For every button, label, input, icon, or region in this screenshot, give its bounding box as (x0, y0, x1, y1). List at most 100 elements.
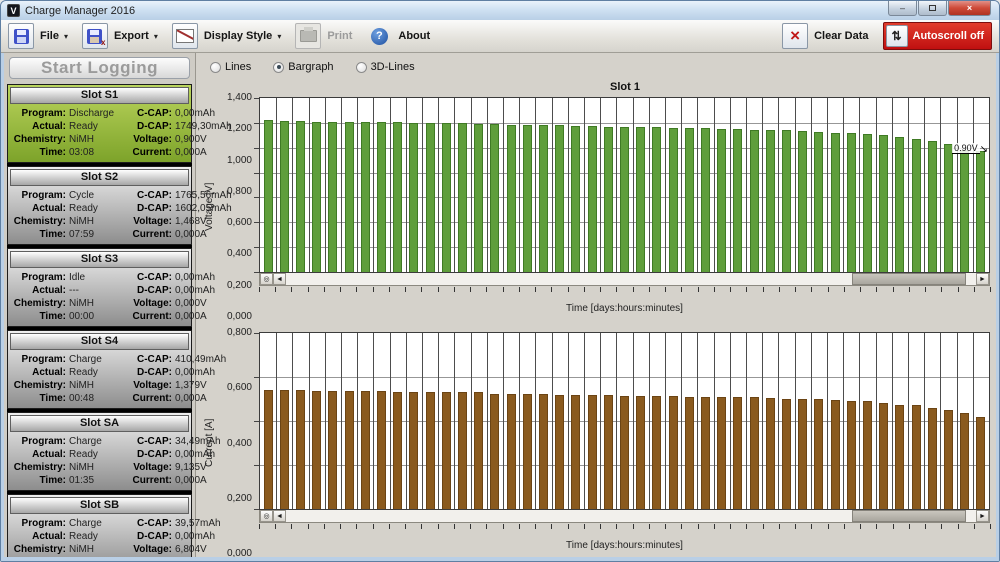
slot-panel: Slot S1 Program:DischargeC-CAP:0,00mAhAc… (7, 84, 192, 163)
view-mode-3d-lines[interactable]: 3D-Lines (356, 61, 415, 73)
x-tick-mark (649, 524, 650, 529)
scrollbar-left-arrow[interactable]: ◄ (273, 273, 286, 285)
x-tick-mark (503, 524, 504, 529)
clear-data-button[interactable]: × Clear Data (782, 23, 868, 49)
bar (345, 391, 354, 509)
x-tick-mark (746, 524, 747, 529)
scrollbar-track[interactable] (286, 273, 976, 285)
slot-row: Actual:ReadyD-CAP:0,00mAh (9, 448, 188, 461)
y-tick-label: 0,000 (227, 548, 252, 559)
autoscroll-toggle-button[interactable]: ⇅ Autoscroll off (883, 22, 993, 50)
bar (539, 125, 548, 272)
slot-value: NiMH (69, 133, 121, 146)
scrollbar-zoom-button[interactable]: ◎ (260, 510, 273, 522)
gridline (827, 98, 828, 272)
export-menu-button[interactable]: x Export ▾ (82, 23, 158, 49)
start-logging-button[interactable]: Start Logging (9, 57, 190, 79)
toolbar: File ▾ x Export ▾ Display Style ▾ Print … (1, 20, 999, 53)
slot-label: Actual: (9, 366, 69, 379)
x-tick-mark (844, 287, 845, 292)
slot-panel-title: Slot S4 (10, 333, 189, 350)
slot-label: Current: (121, 474, 175, 487)
view-mode-lines[interactable]: Lines (210, 61, 251, 73)
slot-label: Chemistry: (9, 379, 69, 392)
bar (685, 128, 694, 272)
gridline (940, 333, 941, 509)
bar (636, 127, 645, 272)
scrollbar-right-arrow[interactable]: ► (976, 273, 989, 285)
gridline (746, 333, 747, 509)
slot-label: Program: (9, 435, 69, 448)
bar (895, 405, 904, 510)
slot-panel: Slot S3 Program:IdleC-CAP:0,00mAhActual:… (7, 248, 192, 327)
x-tick-mark (551, 287, 552, 292)
bar (490, 394, 499, 510)
maximize-button[interactable] (918, 1, 947, 16)
slot-value: NiMH (69, 215, 121, 228)
x-tick-mark (291, 287, 292, 292)
slot-label: Voltage: (121, 543, 175, 556)
display-style-menu-button[interactable]: Display Style ▾ (172, 23, 282, 49)
x-tick-mark (844, 524, 845, 529)
bar (312, 391, 321, 509)
scrollbar-right-arrow[interactable]: ► (976, 510, 989, 522)
x-tick-mark (389, 524, 390, 529)
bar (523, 125, 532, 272)
gridline (633, 333, 634, 509)
slot-row: Time:03:08Current:0,000A (9, 146, 188, 159)
slot-label: Program: (9, 517, 69, 530)
minimize-button[interactable]: – (888, 1, 917, 16)
y-axis-label: Current [A] (204, 332, 217, 553)
scrollbar-thumb[interactable] (852, 273, 966, 285)
x-tick-mark (795, 524, 796, 529)
y-tick-label: 1,200 (227, 123, 252, 134)
x-tick-mark (730, 287, 731, 292)
gridline (876, 98, 877, 272)
gridline (616, 333, 617, 509)
bar (377, 122, 386, 272)
radio-label: Lines (225, 61, 251, 73)
scrollbar-track[interactable] (286, 510, 976, 522)
chevron-down-icon: ▾ (64, 32, 68, 41)
x-tick-mark (340, 287, 341, 292)
bar (636, 396, 645, 509)
gridline (892, 98, 893, 272)
slot-row: Actual:---D-CAP:0,00mAh (9, 284, 188, 297)
bar (296, 390, 305, 509)
scrollbar-left-arrow[interactable]: ◄ (273, 510, 286, 522)
slot-label: Time: (9, 556, 69, 561)
x-tick-mark (811, 524, 812, 529)
gridline (487, 98, 488, 272)
bar (701, 397, 710, 509)
gridline (292, 333, 293, 509)
gridline (341, 98, 342, 272)
bar (798, 399, 807, 509)
bar (895, 137, 904, 272)
slot-value: 07:59 (69, 228, 121, 241)
file-menu-button[interactable]: File ▾ (8, 23, 68, 49)
y-axis: 0,8000,6000,4000,2000,000 (217, 332, 259, 553)
slot-panel-body: Program:ChargeC-CAP:34,49mAhActual:Ready… (8, 434, 191, 487)
slot-row: Program:ChargeC-CAP:410,49mAh (9, 353, 188, 366)
slot-label: Current: (121, 228, 175, 241)
slot-panel-body: Program:IdleC-CAP:0,00mAhActual:---D-CAP… (8, 270, 191, 323)
scrollbar-zoom-button[interactable]: ◎ (260, 273, 273, 285)
y-tick-mark (254, 222, 259, 223)
window-controls: – × (888, 1, 991, 16)
gridline (454, 98, 455, 272)
x-tick-mark (681, 524, 682, 529)
slot-label: Program: (9, 271, 69, 284)
gridline (276, 98, 277, 272)
bar (669, 128, 678, 272)
close-button[interactable]: × (948, 1, 991, 16)
gridline (325, 98, 326, 272)
gridline (471, 333, 472, 509)
bar (912, 405, 921, 510)
gridline (616, 98, 617, 272)
x-tick-mark (600, 287, 601, 292)
about-button[interactable]: ? About (366, 23, 430, 49)
slot-row: Time:00:00Current:0,000A (9, 310, 188, 323)
bar (458, 123, 467, 272)
scrollbar-thumb[interactable] (852, 510, 966, 522)
view-mode-bargraph[interactable]: Bargraph (273, 61, 333, 73)
